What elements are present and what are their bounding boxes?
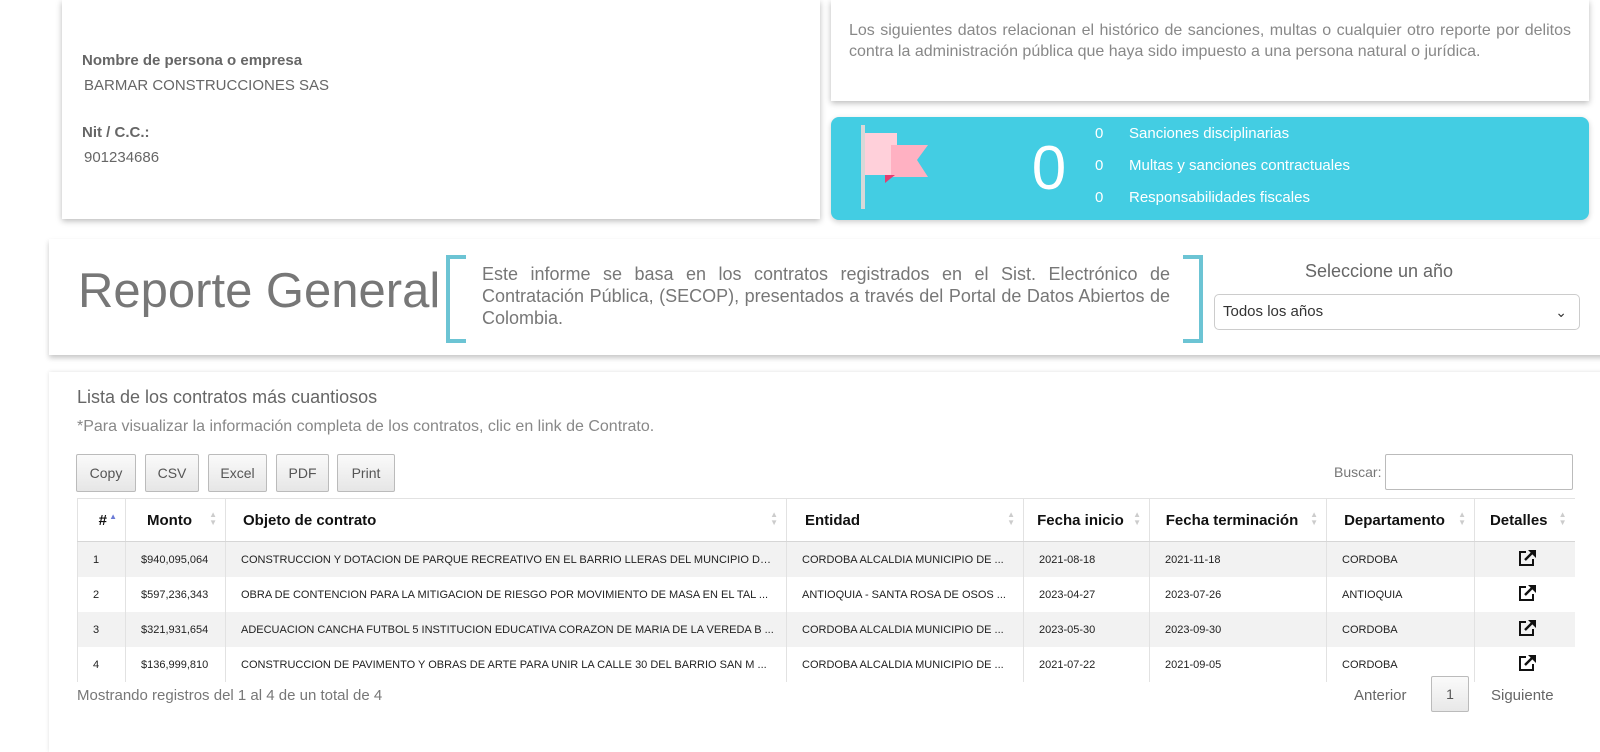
cell-objeto: ADECUACION CANCHA FUTBOL 5 INSTITUCION E… (225, 612, 787, 647)
csv-button[interactable]: CSV (145, 454, 199, 492)
cell-number: 3 (77, 612, 126, 647)
sanction-label: Sanciones disciplinarias (1129, 125, 1290, 142)
print-button[interactable]: Print (337, 454, 395, 492)
sanction-count: 0 (1095, 125, 1104, 142)
cell-fecha-inicio: 2021-07-22 (1023, 647, 1150, 682)
cell-fecha-inicio: 2023-04-27 (1023, 577, 1150, 612)
year-select[interactable]: Todos los años ⌄ (1214, 294, 1580, 330)
cell-fecha-terminacion: 2021-11-18 (1149, 541, 1327, 577)
list-note: *Para visualizar la información completa… (77, 418, 655, 435)
flag-icon (861, 125, 928, 209)
table-header-row: # ▲ Monto ▲ ▼ Objeto de contrato ▲ ▼ Entidad ▲… (77, 498, 1575, 542)
year-select-label: Seleccione un año (1304, 261, 1454, 281)
year-select-value: Todos los años (1223, 303, 1324, 320)
cell-objeto: CONSTRUCCION Y DOTACION DE PARQUE RECREA… (225, 541, 787, 577)
cell-departamento: CORDOBA (1326, 541, 1475, 577)
cell-entidad: CORDOBA ALCALDIA MUNICIPIO DE ... (786, 647, 1024, 682)
sanction-row-fiscales: 0 Responsabilidades fiscales (1095, 189, 1310, 206)
cell-fecha-terminacion: 2021-09-05 (1149, 647, 1327, 682)
company-name-label: Nombre de persona o empresa (82, 52, 303, 69)
external-link-icon[interactable] (1517, 584, 1537, 602)
external-link-icon[interactable] (1517, 549, 1537, 567)
report-title: Reporte General (78, 264, 441, 318)
sanction-label: Multas y sanciones contractuales (1129, 157, 1350, 174)
cell-departamento: CORDOBA (1326, 612, 1475, 647)
cell-detalles (1474, 577, 1575, 612)
chevron-down-icon: ⌄ (1555, 304, 1567, 320)
sanctions-summary-card: 0 0 Sanciones disciplinarias 0 Multas y sa… (831, 117, 1589, 220)
company-info-card: Nombre de persona o empresa BARMAR CONST… (62, 0, 820, 219)
report-description: Este informe se basa en los contratos re… (482, 264, 1170, 328)
column-header-monto[interactable]: Monto ▲ ▼ (125, 498, 226, 542)
table-row: 4 $136,999,810 CONSTRUCCION DE PAVIMENTO Y… (77, 647, 1575, 682)
cell-fecha-terminacion: 2023-07-26 (1149, 577, 1327, 612)
left-bracket (446, 255, 466, 343)
pagination-next[interactable]: Siguiente (1491, 687, 1554, 704)
cell-detalles (1474, 647, 1575, 682)
sanctions-description: Los siguientes datos relacionan el histó… (849, 22, 1571, 60)
cell-number: 1 (77, 541, 126, 577)
contracts-list-card: Lista de los contratos más cuantiosos *P… (49, 372, 1600, 752)
sanction-count: 0 (1095, 157, 1104, 174)
sanction-row-multas: 0 Multas y sanciones contractuales (1095, 157, 1350, 174)
excel-button[interactable]: Excel (208, 454, 267, 492)
pagination-page-current[interactable]: 1 (1431, 676, 1469, 712)
external-link-icon[interactable] (1517, 654, 1537, 672)
cell-number: 4 (77, 647, 126, 682)
sanctions-description-card: Los siguientes datos relacionan el histó… (831, 0, 1589, 101)
report-header-card: Reporte General Este informe se basa en … (49, 239, 1600, 355)
external-link-icon[interactable] (1517, 619, 1537, 637)
cell-detalles (1474, 612, 1575, 647)
cell-monto: $321,931,654 (125, 612, 226, 647)
column-header-objeto[interactable]: Objeto de contrato ▲ ▼ (225, 498, 787, 542)
sanction-label: Responsabilidades fiscales (1129, 189, 1310, 206)
cell-fecha-inicio: 2021-08-18 (1023, 541, 1150, 577)
sanctions-total: 0 (1031, 134, 1067, 203)
table-row: 3 $321,931,654 ADECUACION CANCHA FUTBOL 5 … (77, 612, 1575, 647)
nit-value: 901234686 (84, 149, 160, 166)
copy-button[interactable]: Copy (76, 454, 136, 492)
cell-detalles (1474, 541, 1575, 577)
cell-departamento: ANTIOQUIA (1326, 577, 1475, 612)
column-header-entidad[interactable]: Entidad ▲ ▼ (786, 498, 1024, 542)
table-info: Mostrando registros del 1 al 4 de un tot… (77, 687, 383, 704)
search-label: Buscar: (1334, 464, 1382, 480)
cell-number: 2 (77, 577, 126, 612)
sanction-count: 0 (1095, 189, 1104, 206)
cell-fecha-terminacion: 2023-09-30 (1149, 612, 1327, 647)
cell-fecha-inicio: 2023-05-30 (1023, 612, 1150, 647)
cell-entidad: CORDOBA ALCALDIA MUNICIPIO DE ... (786, 612, 1024, 647)
cell-monto: $597,236,343 (125, 577, 226, 612)
column-header-detalles[interactable]: Detalles ▲ ▼ (1474, 498, 1575, 542)
search-input[interactable] (1385, 454, 1573, 490)
pdf-button[interactable]: PDF (276, 454, 329, 492)
cell-entidad: ANTIOQUIA - SANTA ROSA DE OSOS ... (786, 577, 1024, 612)
company-name-value: BARMAR CONSTRUCCIONES SAS (84, 77, 330, 94)
column-header-fecha-inicio[interactable]: Fecha inicio ▲ ▼ (1023, 498, 1150, 542)
nit-label: Nit / C.C.: (82, 124, 150, 141)
column-header-number[interactable]: # ▲ (77, 498, 126, 542)
cell-objeto: CONSTRUCCION DE PAVIMENTO Y OBRAS DE ART… (225, 647, 787, 682)
pagination-previous[interactable]: Anterior (1354, 687, 1407, 704)
cell-entidad: CORDOBA ALCALDIA MUNICIPIO DE ... (786, 541, 1024, 577)
sanction-row-disciplinarias: 0 Sanciones disciplinarias (1095, 125, 1289, 142)
cell-monto: $136,999,810 (125, 647, 226, 682)
contracts-table: # ▲ Monto ▲ ▼ Objeto de contrato ▲ ▼ Entidad ▲… (77, 498, 1575, 682)
table-row: 2 $597,236,343 OBRA DE CONTENCION PARA LA … (77, 577, 1575, 612)
cell-monto: $940,095,064 (125, 541, 226, 577)
cell-objeto: OBRA DE CONTENCION PARA LA MITIGACION DE… (225, 577, 787, 612)
list-title: Lista de los contratos más cuantiosos (77, 387, 378, 407)
column-header-departamento[interactable]: Departamento ▲ ▼ (1326, 498, 1475, 542)
column-header-fecha-terminacion[interactable]: Fecha terminación ▲ ▼ (1149, 498, 1327, 542)
table-row: 1 $940,095,064 CONSTRUCCION Y DOTACION DE … (77, 541, 1575, 577)
